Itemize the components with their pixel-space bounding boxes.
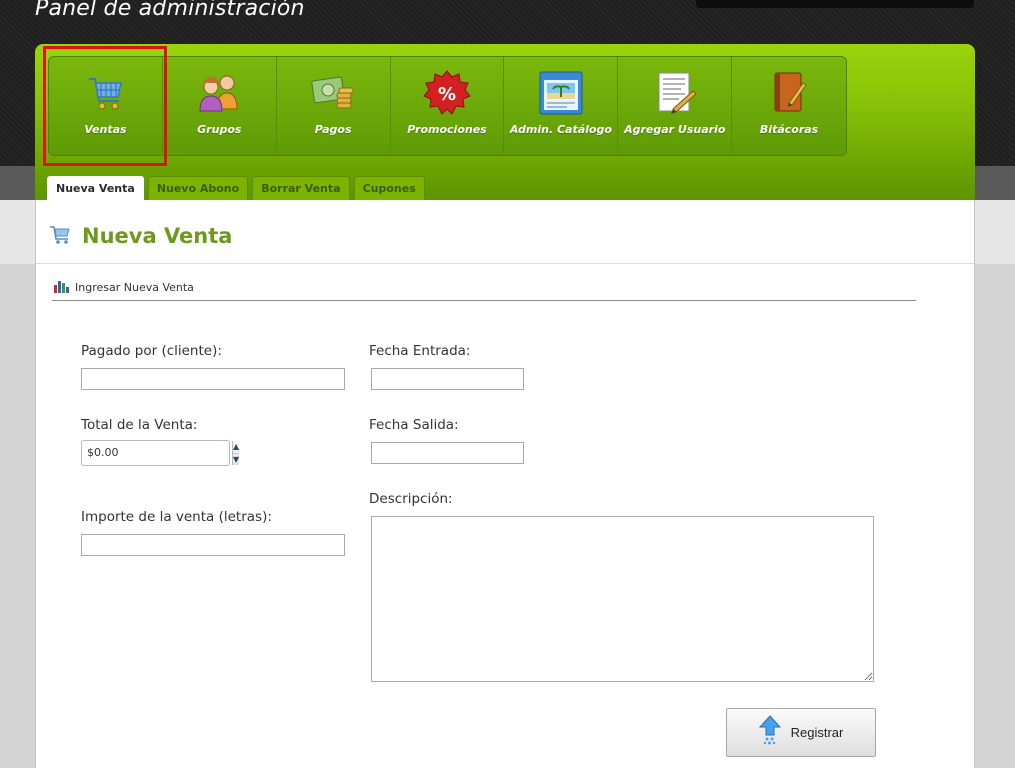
page-title: Nueva Venta xyxy=(82,224,233,248)
descripcion-textarea[interactable] xyxy=(371,516,874,682)
money-coins-icon xyxy=(309,69,357,117)
decrement-button[interactable]: ▼ xyxy=(233,454,239,466)
sub-tabs: Nueva Venta Nuevo Abono Borrar Venta Cup… xyxy=(47,176,425,200)
notebook-pencil-icon xyxy=(765,69,813,117)
importe-input[interactable] xyxy=(81,534,345,556)
content-panel: Nueva Venta Ingresar Nueva Venta Pagado … xyxy=(35,200,975,768)
descripcion-label: Descripción: xyxy=(369,491,453,507)
menu-label-bitacoras: Bitácoras xyxy=(759,123,819,136)
menu-item-agregar-usuario[interactable]: Agregar Usuario xyxy=(618,57,733,155)
catalog-window-icon xyxy=(537,69,585,117)
increment-button[interactable]: ▲ xyxy=(233,441,240,454)
menu-label-admin-catalogo: Admin. Catálogo xyxy=(509,123,612,136)
cart-small-icon xyxy=(48,222,72,250)
total-stepper: ▲ ▼ xyxy=(81,440,240,466)
fecha-entrada-input[interactable] xyxy=(371,368,524,390)
menu-item-pagos[interactable]: Pagos xyxy=(277,57,391,155)
importe-label: Importe de la venta (letras): xyxy=(81,509,272,525)
svg-text:%: % xyxy=(438,84,456,105)
menu-label-agregar-usuario: Agregar Usuario xyxy=(624,123,726,136)
total-input[interactable] xyxy=(82,441,232,465)
bar-chart-icon xyxy=(53,278,69,297)
percent-badge-icon: % xyxy=(423,69,471,117)
tab-nuevo-abono[interactable]: Nuevo Abono xyxy=(147,176,249,200)
pagado-por-input[interactable] xyxy=(81,368,345,390)
selected-menu-highlight xyxy=(43,46,167,166)
menu-item-grupos[interactable]: Grupos xyxy=(163,57,277,155)
header-right-panel xyxy=(696,0,974,8)
registrar-button[interactable]: Registrar xyxy=(726,708,876,757)
total-label: Total de la Venta: xyxy=(81,417,198,433)
fecha-salida-input[interactable] xyxy=(371,442,524,464)
menu-label-grupos: Grupos xyxy=(197,123,242,136)
menu-item-admin-catalogo[interactable]: Admin. Catálogo xyxy=(504,57,619,155)
menu-item-promociones[interactable]: % Promociones xyxy=(391,57,505,155)
fecha-salida-label: Fecha Salida: xyxy=(369,417,459,433)
page-heading: Nueva Venta xyxy=(48,222,232,250)
tab-borrar-venta[interactable]: Borrar Venta xyxy=(252,176,350,200)
divider xyxy=(36,263,974,264)
menu-label-promociones: Promociones xyxy=(407,123,487,136)
fecha-entrada-label: Fecha Entrada: xyxy=(369,343,471,359)
upload-arrow-icon xyxy=(758,715,781,750)
section-label: Ingresar Nueva Venta xyxy=(75,280,194,294)
stepper-buttons: ▲ ▼ xyxy=(232,441,240,466)
tab-cupones[interactable]: Cupones xyxy=(353,176,425,200)
app-title: Panel de administración xyxy=(35,0,305,21)
document-pencil-icon xyxy=(651,69,699,117)
menu-label-pagos: Pagos xyxy=(314,123,352,136)
tab-nueva-venta[interactable]: Nueva Venta xyxy=(47,176,144,200)
users-group-icon xyxy=(195,69,243,117)
registrar-label: Registrar xyxy=(790,725,844,740)
main-menu: Ventas Grupos Pagos % Promociones Admin.… xyxy=(48,56,847,156)
pagado-por-label: Pagado por (cliente): xyxy=(81,343,222,359)
section-header: Ingresar Nueva Venta xyxy=(52,274,916,301)
menu-item-bitacoras[interactable]: Bitácoras xyxy=(732,57,846,155)
